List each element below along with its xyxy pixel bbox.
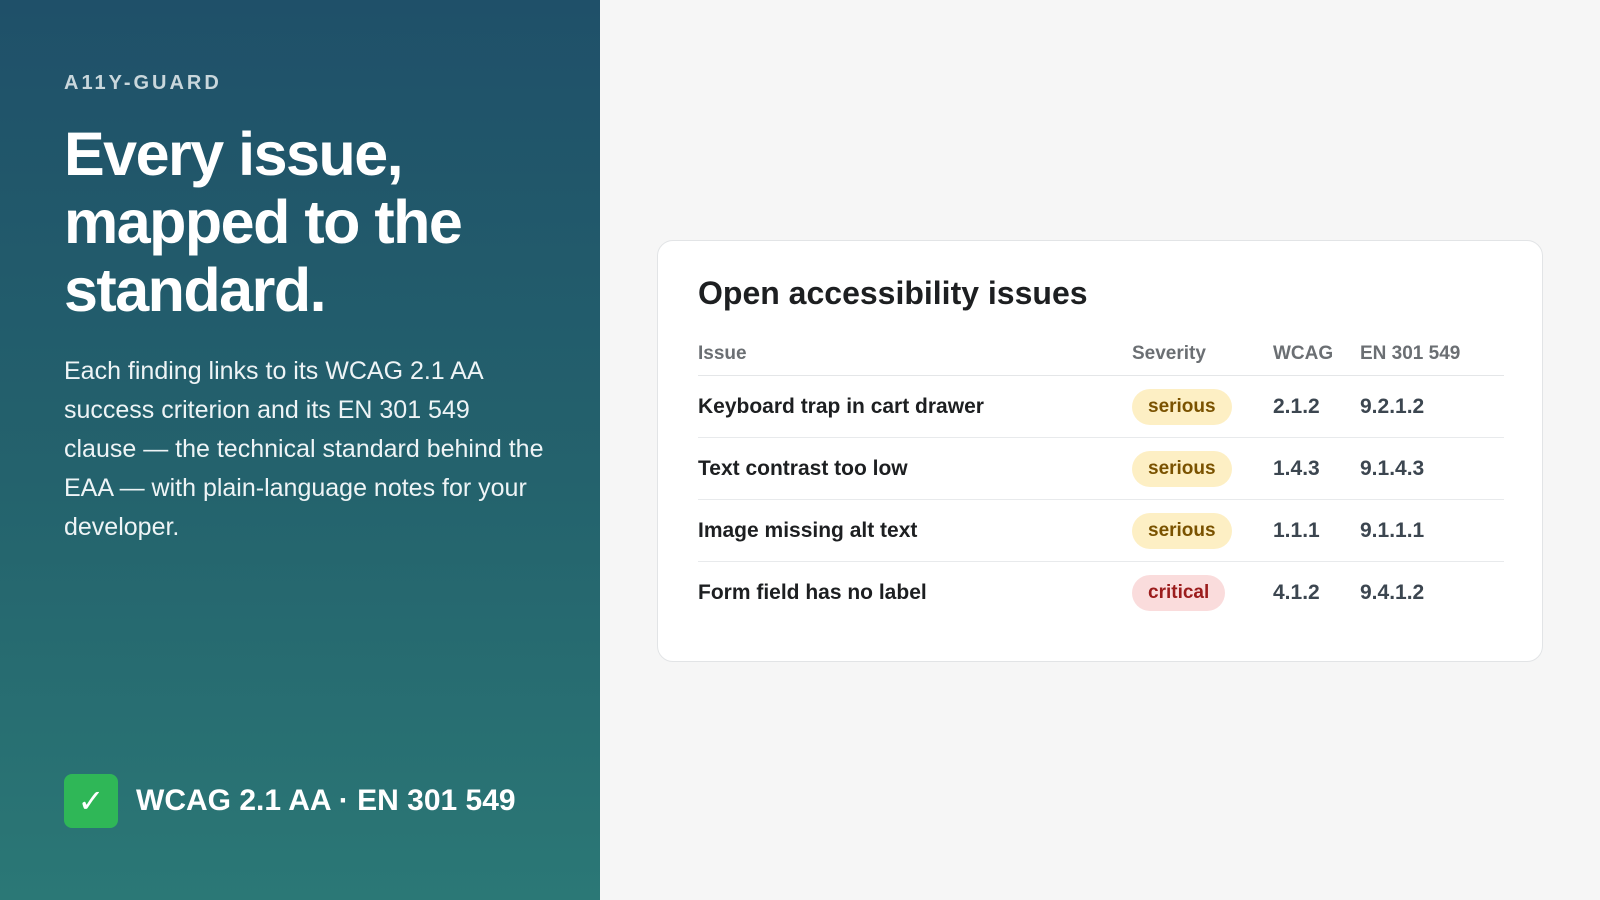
column-header-severity: Severity [1132,333,1273,376]
hero-panel: A11Y-GUARD Every issue, mapped to the st… [0,0,600,900]
en-clause: 9.1.4.3 [1360,437,1504,500]
issue-name: Text contrast too low [698,437,1132,500]
description: Each finding links to its WCAG 2.1 AA su… [64,357,544,541]
en-clause: 9.2.1.2 [1360,375,1504,438]
headline: Every issue, mapped to the standard. [64,120,463,324]
table-row[interactable]: Text contrast too low serious 1.4.3 9.1.… [698,437,1504,500]
check-icon: ✓ [64,774,118,828]
issues-table: Issue Severity WCAG EN 301 549 Keyboard … [698,333,1504,623]
compliance-badge: ✓ WCAG 2.1 AA · EN 301 549 [64,774,516,828]
wcag-criterion: 4.1.2 [1273,580,1320,604]
card-title: Open accessibility issues [698,275,1088,311]
brand-name: A11Y-GUARD [64,72,222,94]
table-header-row: Issue Severity WCAG EN 301 549 [698,333,1504,376]
wcag-criterion: 1.4.3 [1273,437,1360,500]
compliance-badge-text: WCAG 2.1 AA · EN 301 549 [136,784,516,817]
en-clause: 9.4.1.2 [1360,580,1425,604]
table-row[interactable]: Image missing alt text serious 1.1.1 9.1… [698,499,1504,562]
wcag-criterion: 1.1.1 [1273,499,1360,562]
table-row[interactable]: Keyboard trap in cart drawer serious 2.1… [698,375,1504,438]
en-clause: 9.1.1.1 [1360,499,1504,562]
severity-badge: serious [1132,388,1232,425]
severity-badge: critical [1132,574,1226,611]
column-header-issue: Issue [698,333,1132,376]
wcag-criterion: 2.1.2 [1273,375,1360,438]
severity-badge: serious [1132,450,1232,487]
table-row[interactable]: Form field has no label critical 4.1.2 9… [698,562,1504,624]
column-header-en: EN 301 549 [1360,333,1504,376]
column-header-wcag: WCAG [1273,333,1360,376]
issue-name: Image missing alt text [698,499,1132,562]
issues-card: Open accessibility issues Issue Severity… [657,240,1543,662]
issue-name: Keyboard trap in cart drawer [698,375,1132,438]
issue-name: Form field has no label [698,580,927,604]
severity-badge: serious [1132,512,1232,549]
